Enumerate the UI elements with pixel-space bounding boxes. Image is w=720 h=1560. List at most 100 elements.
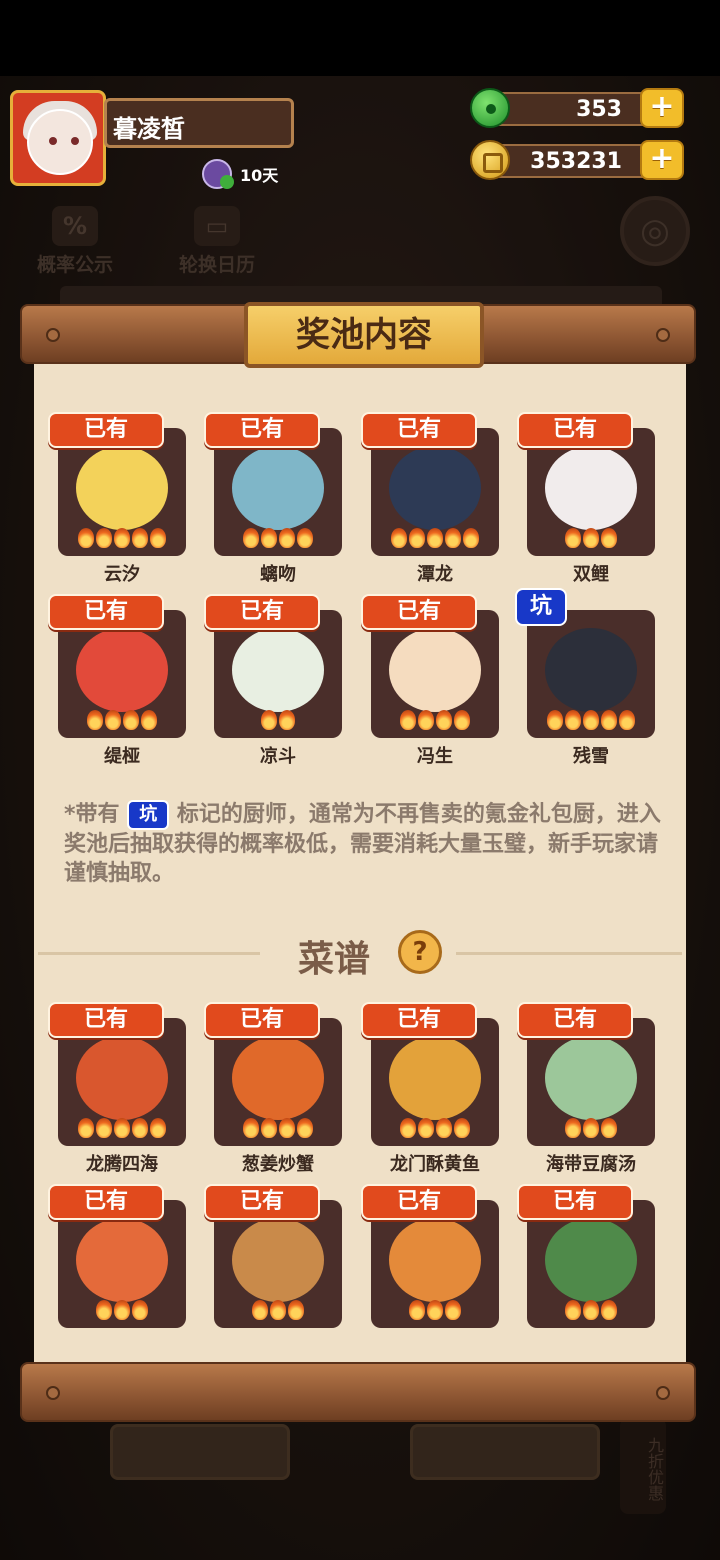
jade-icon bbox=[470, 88, 510, 128]
help-icon[interactable]: ? bbox=[398, 930, 442, 974]
owned-badge: 已有 bbox=[204, 1184, 320, 1220]
chef-name: 潭龙 bbox=[417, 564, 453, 585]
chef-portrait bbox=[527, 610, 655, 738]
flame-icon bbox=[150, 528, 166, 548]
rarity-flames bbox=[214, 528, 342, 552]
flame-icon bbox=[565, 1300, 581, 1320]
flame-icon bbox=[279, 528, 295, 548]
player-name: 暮凌皙 bbox=[104, 98, 294, 148]
flame-icon bbox=[78, 1118, 94, 1138]
flame-icon bbox=[547, 710, 563, 730]
owned-badge: 已有 bbox=[361, 412, 477, 448]
owned-badge: 已有 bbox=[361, 594, 477, 630]
chef-name: 双鲤 bbox=[573, 564, 609, 585]
rarity-flames bbox=[371, 710, 499, 734]
flame-icon bbox=[583, 528, 599, 548]
recipe-figure bbox=[232, 1036, 324, 1120]
login-days: 10天 bbox=[202, 158, 278, 190]
flame-icon bbox=[445, 1300, 461, 1320]
rarity-flames bbox=[214, 1300, 342, 1324]
flame-icon bbox=[123, 710, 139, 730]
flame-icon bbox=[418, 710, 434, 730]
recipe-figure bbox=[389, 1218, 481, 1302]
owned-badge: 已有 bbox=[517, 1002, 633, 1038]
add-coin-button[interactable]: + bbox=[640, 140, 684, 180]
prize-pool-panel[interactable]: 已有 云汐 已有 螭吻 已有 潭龙 已有 双鲤 已有 缇桠 已有 凉斗 已有 冯生坑残雪 *带有 坑 标记… bbox=[34, 352, 686, 1364]
chef-name: 云汐 bbox=[104, 564, 140, 585]
pit-note: *带有 坑 标记的厨师，通常为不再售卖的氪金礼包厨，进入奖池后抽取获得的概率极低… bbox=[64, 800, 661, 886]
recipe-name: 葱姜炒蟹 bbox=[242, 1154, 314, 1175]
flame-icon bbox=[565, 528, 581, 548]
rarity-flames bbox=[371, 1300, 499, 1324]
flame-icon bbox=[114, 1300, 130, 1320]
rarity-flames bbox=[58, 710, 186, 734]
flame-icon bbox=[400, 710, 416, 730]
flame-icon bbox=[261, 1118, 277, 1138]
flame-icon bbox=[114, 528, 130, 548]
recipe-name: 龙门酥黄鱼 bbox=[390, 1154, 480, 1175]
flame-icon bbox=[78, 528, 94, 548]
flame-icon bbox=[279, 710, 295, 730]
recipe-figure bbox=[76, 1218, 168, 1302]
flame-icon bbox=[445, 528, 461, 548]
chef-figure bbox=[545, 628, 637, 712]
chef-name: 螭吻 bbox=[260, 564, 296, 585]
recipe-figure bbox=[389, 1036, 481, 1120]
chef-figure bbox=[545, 446, 637, 530]
flame-icon bbox=[436, 1118, 452, 1138]
recipe-name: 海带豆腐汤 bbox=[546, 1154, 636, 1175]
flame-icon bbox=[243, 1118, 259, 1138]
owned-badge: 已有 bbox=[204, 594, 320, 630]
flame-icon bbox=[132, 1118, 148, 1138]
flame-icon bbox=[583, 1300, 599, 1320]
chef-name: 缇桠 bbox=[104, 746, 140, 767]
chef-figure bbox=[76, 628, 168, 712]
rarity-flames bbox=[527, 710, 655, 734]
owned-badge: 已有 bbox=[517, 1184, 633, 1220]
rarity-flames bbox=[58, 1300, 186, 1324]
owned-badge: 已有 bbox=[204, 1002, 320, 1038]
rarity-flames bbox=[527, 1300, 655, 1324]
flame-icon bbox=[565, 710, 581, 730]
rarity-flames bbox=[58, 1118, 186, 1142]
owned-badge: 已有 bbox=[48, 1002, 164, 1038]
scroll-bottom-roller bbox=[20, 1362, 696, 1422]
recipe-figure bbox=[545, 1036, 637, 1120]
coin-icon bbox=[470, 140, 510, 180]
flame-icon bbox=[418, 1118, 434, 1138]
recipes-header: 菜谱 ? bbox=[34, 924, 682, 980]
rarity-flames bbox=[527, 528, 655, 552]
flame-icon bbox=[427, 1300, 443, 1320]
owned-badge: 已有 bbox=[48, 412, 164, 448]
recipe-figure bbox=[545, 1218, 637, 1302]
flame-icon bbox=[261, 710, 277, 730]
flame-icon bbox=[601, 528, 617, 548]
owned-badge: 已有 bbox=[361, 1184, 477, 1220]
flame-icon bbox=[601, 1300, 617, 1320]
chef-figure bbox=[76, 446, 168, 530]
recipe-figure bbox=[232, 1218, 324, 1302]
flame-icon bbox=[583, 710, 599, 730]
owned-badge: 已有 bbox=[517, 412, 633, 448]
chef-figure bbox=[232, 446, 324, 530]
flame-icon bbox=[297, 1118, 313, 1138]
flame-icon bbox=[409, 1300, 425, 1320]
owned-badge: 已有 bbox=[48, 1184, 164, 1220]
coin-currency: 353231 + bbox=[470, 140, 684, 180]
rarity-flames bbox=[58, 528, 186, 552]
flame-icon bbox=[391, 528, 407, 548]
rarity-flames bbox=[371, 528, 499, 552]
pit-badge: 坑 bbox=[127, 800, 170, 830]
chef-name: 残雪 bbox=[573, 746, 609, 767]
recipes-title: 菜谱 bbox=[298, 939, 371, 980]
add-jade-button[interactable]: + bbox=[640, 88, 684, 128]
flame-icon bbox=[454, 1118, 470, 1138]
flame-icon bbox=[463, 528, 479, 548]
flame-icon bbox=[565, 1118, 581, 1138]
owned-badge: 已有 bbox=[48, 594, 164, 630]
character-badge-icon bbox=[202, 159, 234, 189]
flame-icon bbox=[150, 1118, 166, 1138]
flame-icon bbox=[427, 528, 443, 548]
flame-icon bbox=[601, 710, 617, 730]
player-avatar[interactable] bbox=[10, 90, 106, 186]
